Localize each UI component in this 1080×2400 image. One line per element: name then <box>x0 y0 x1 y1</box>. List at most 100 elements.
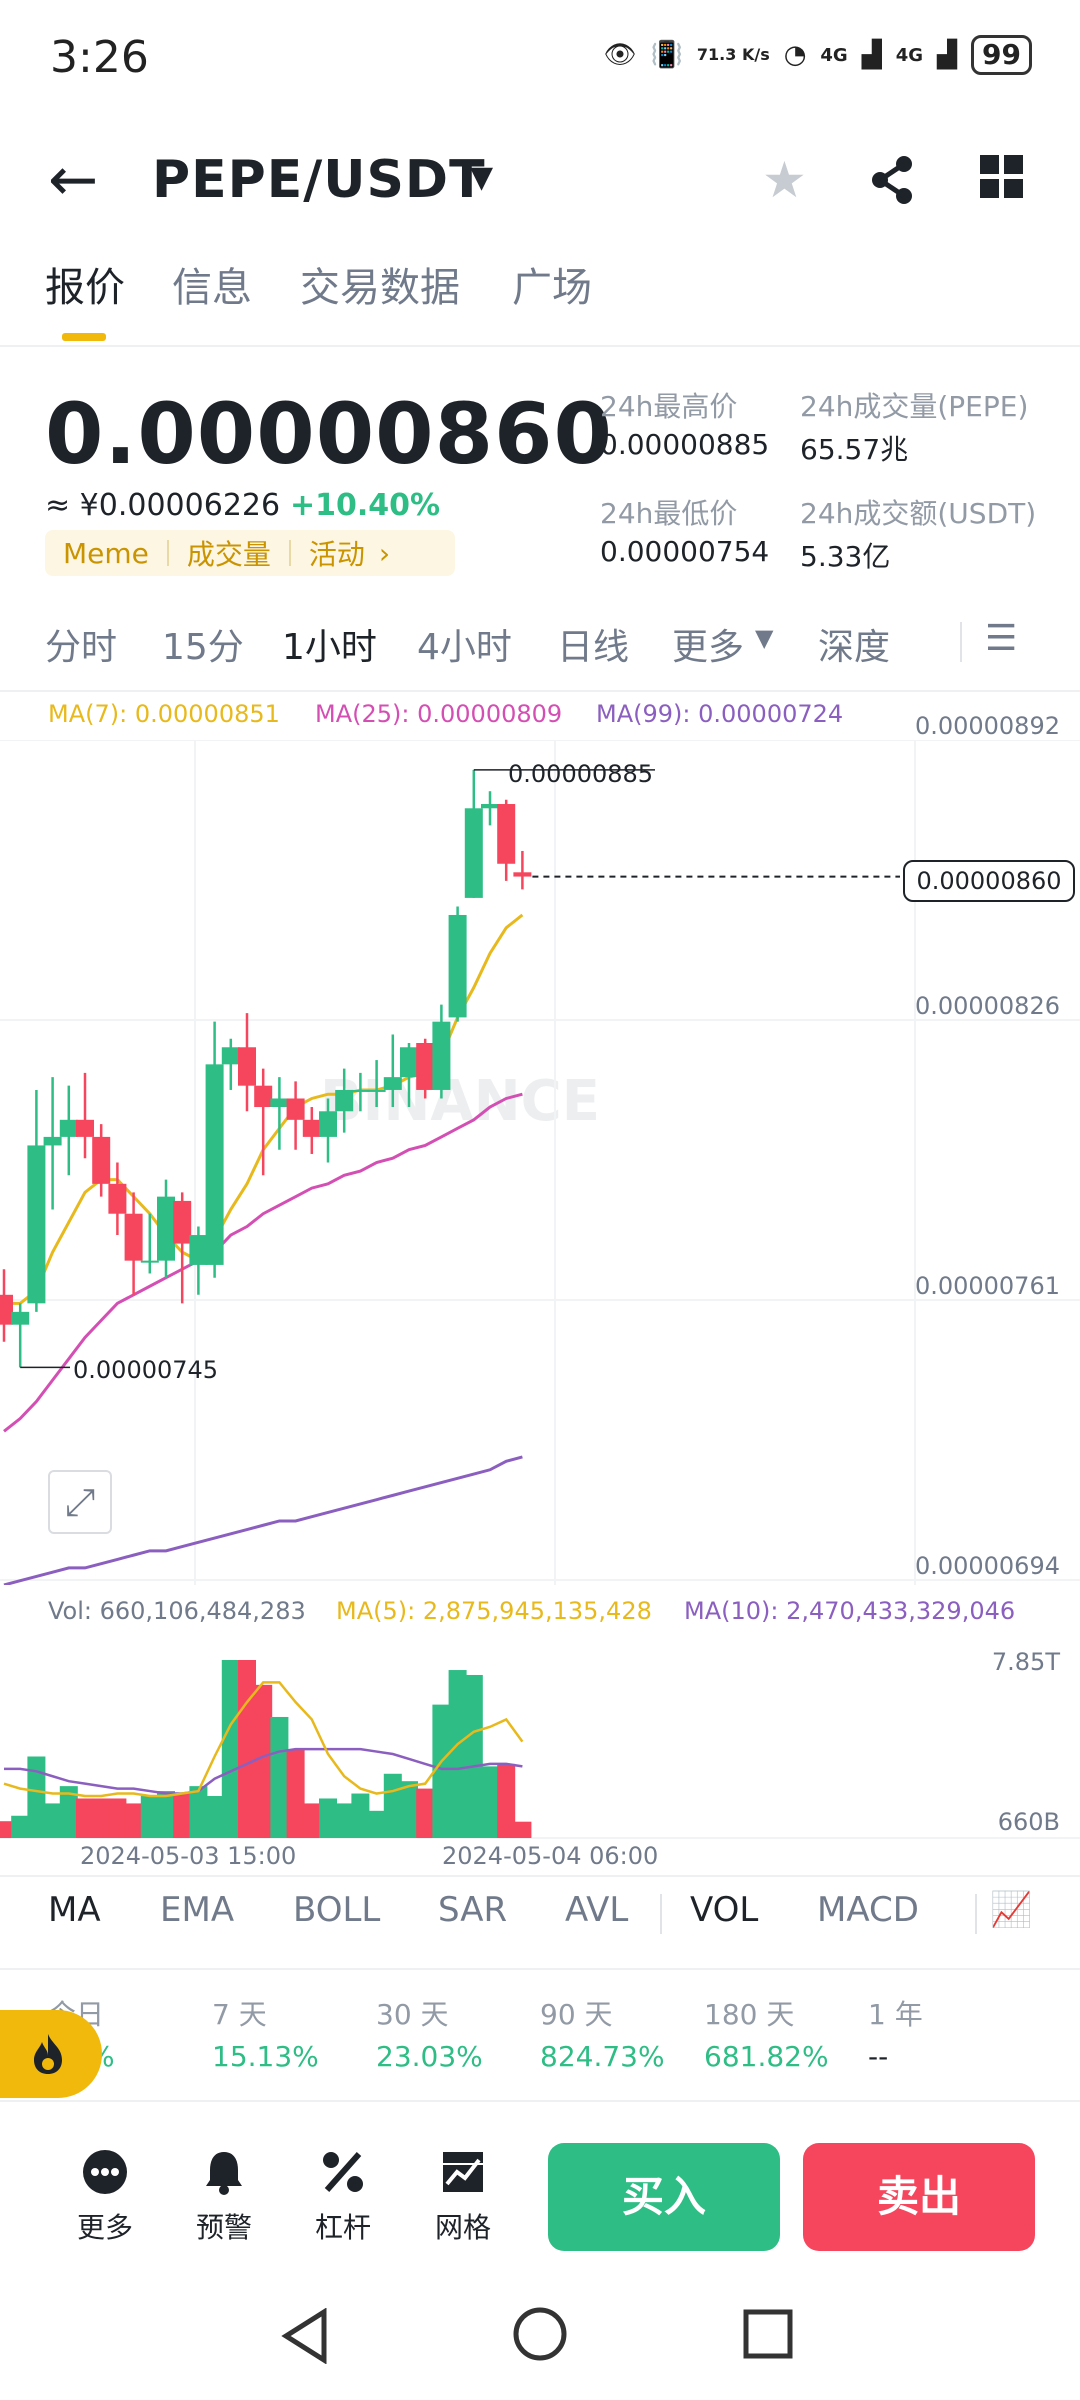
min-price-marker: 0.00000745 <box>73 1356 219 1384</box>
volume-bar <box>383 1773 402 1838</box>
volume-bar <box>92 1798 111 1838</box>
sell-button[interactable]: 卖出 <box>803 2143 1035 2251</box>
volume-bar <box>270 1716 289 1838</box>
more-dots-icon <box>83 2150 127 2194</box>
tag-volume[interactable]: 成交量 <box>187 533 271 573</box>
volume-bar <box>157 1791 175 1838</box>
candle-body <box>400 1047 418 1078</box>
price-axis-label: 0.00000694 <box>914 1552 1060 1580</box>
perf-value-1y: -- <box>868 2040 889 2073</box>
candle-body <box>11 1311 30 1325</box>
more-action[interactable]: 更多 <box>55 2148 155 2246</box>
candle-body <box>108 1183 127 1214</box>
active-tab-indicator <box>62 333 106 341</box>
volume-bar <box>481 1766 499 1838</box>
change-percent: +10.40% <box>290 488 441 523</box>
nav-recents-icon[interactable] <box>742 2308 794 2360</box>
volume-bar <box>464 1674 483 1838</box>
indicator-vol[interactable]: VOL <box>690 1890 758 1930</box>
interval-line[interactable]: 分时 <box>45 618 117 670</box>
grid-trading-action[interactable]: 网格 <box>413 2148 513 2246</box>
indicator-sar[interactable]: SAR <box>438 1890 507 1930</box>
interval-4h[interactable]: 4小时 <box>417 618 512 670</box>
alert-action[interactable]: 预警 <box>174 2148 274 2246</box>
candle-body <box>189 1235 208 1265</box>
volume-bar <box>27 1756 46 1838</box>
volume-bar <box>173 1793 192 1838</box>
volume-bar <box>205 1796 224 1838</box>
price-axis-label: 0.00000892 <box>914 712 1060 740</box>
interval-1d[interactable]: 日线 <box>557 618 629 670</box>
tag-bar[interactable]: Meme 成交量 活动 › <box>45 530 455 576</box>
volume-bar <box>351 1793 370 1838</box>
candle-body <box>124 1213 143 1261</box>
candle-body <box>238 1047 256 1086</box>
alert-label: 预警 <box>195 2211 252 2244</box>
interval-15m[interactable]: 15分 <box>162 618 244 670</box>
tag-meme[interactable]: Meme <box>63 537 149 570</box>
signal-icon-2: ▟ <box>937 40 958 70</box>
more-label: 更多 <box>76 2211 133 2244</box>
indicator-ema[interactable]: EMA <box>160 1890 234 1930</box>
tab-square[interactable]: 广场 <box>512 255 592 313</box>
indicator-boll[interactable]: BOLL <box>293 1890 380 1930</box>
chart-settings-icon[interactable]: ☰ <box>985 618 1017 659</box>
nav-back-icon[interactable] <box>280 2308 330 2364</box>
hot-button[interactable] <box>0 2010 102 2098</box>
candle-body <box>319 1111 337 1137</box>
divider <box>0 345 1080 347</box>
interval-more[interactable]: 更多 <box>672 618 744 670</box>
eye-icon: 👁 <box>603 40 637 70</box>
candle-body <box>286 1098 305 1120</box>
indicator-macd[interactable]: MACD <box>817 1890 919 1930</box>
volume-ma10-legend: MA(10): 2,470,433,329,046 <box>684 1597 1016 1625</box>
grid-layout-icon[interactable] <box>980 155 1025 200</box>
candle-body <box>367 1089 386 1092</box>
low-label: 24h最低价 <box>600 497 738 530</box>
candle-body <box>27 1145 46 1304</box>
caret-down-icon[interactable]: ▼ <box>755 624 773 652</box>
price-axis-label: 0.00000826 <box>914 992 1060 1020</box>
candle-body <box>448 914 467 1018</box>
indicator-tabs: MA EMA BOLL SAR AVL VOL MACD 📈 <box>0 1890 1080 1960</box>
candle-body <box>513 872 532 877</box>
max-price-marker: 0.00000885 <box>508 760 654 788</box>
volume-bar <box>302 1803 321 1838</box>
ma99-legend: MA(99): 0.00000724 <box>596 700 844 728</box>
volume-base-value: 65.57兆 <box>800 433 909 466</box>
interval-1h[interactable]: 1小时 <box>282 618 377 670</box>
candle-body <box>351 1089 370 1092</box>
high-value: 0.00000885 <box>600 428 770 461</box>
caret-down-icon[interactable]: ▼ <box>470 160 493 195</box>
expand-icon[interactable]: ⤢ <box>48 1470 112 1534</box>
nav-home-icon[interactable] <box>512 2306 568 2362</box>
tab-info[interactable]: 信息 <box>172 255 252 313</box>
interval-depth[interactable]: 深度 <box>818 618 890 670</box>
back-arrow-icon[interactable]: ← <box>48 150 98 210</box>
star-icon[interactable]: ★ <box>762 150 807 210</box>
cny-price: ≈ ¥0.00006226 <box>45 488 281 523</box>
tab-quote[interactable]: 报价 <box>45 255 125 313</box>
indicator-ma[interactable]: MA <box>48 1890 101 1930</box>
perf-label-90d: 90 天 <box>540 1998 613 2031</box>
perf-value-180d: 681.82% <box>704 2040 829 2073</box>
buy-button[interactable]: 买入 <box>548 2143 780 2251</box>
tab-trading-data[interactable]: 交易数据 <box>300 255 460 313</box>
volume-chart[interactable] <box>0 1640 1080 1840</box>
indicator-settings-icon[interactable]: 📈 <box>990 1890 1032 1930</box>
margin-action[interactable]: 杠杆 <box>293 2148 393 2246</box>
candle-body <box>59 1119 78 1137</box>
last-price: 0.00000860 <box>45 385 613 483</box>
signal-icon: ▟ <box>861 40 882 70</box>
perf-value-7d: 15.13% <box>212 2040 319 2073</box>
candle-body <box>43 1136 62 1146</box>
volume-bar <box>221 1660 240 1838</box>
high-label: 24h最高价 <box>600 390 738 423</box>
tag-activity[interactable]: 活动 <box>309 533 365 573</box>
volume-bar <box>140 1796 159 1838</box>
share-icon[interactable] <box>868 150 918 210</box>
pair-title[interactable]: PEPE/USDT <box>152 150 486 210</box>
candle-body <box>464 808 483 898</box>
indicator-avl[interactable]: AVL <box>565 1890 628 1930</box>
price-axis-label: 0.00000761 <box>914 1272 1060 1300</box>
